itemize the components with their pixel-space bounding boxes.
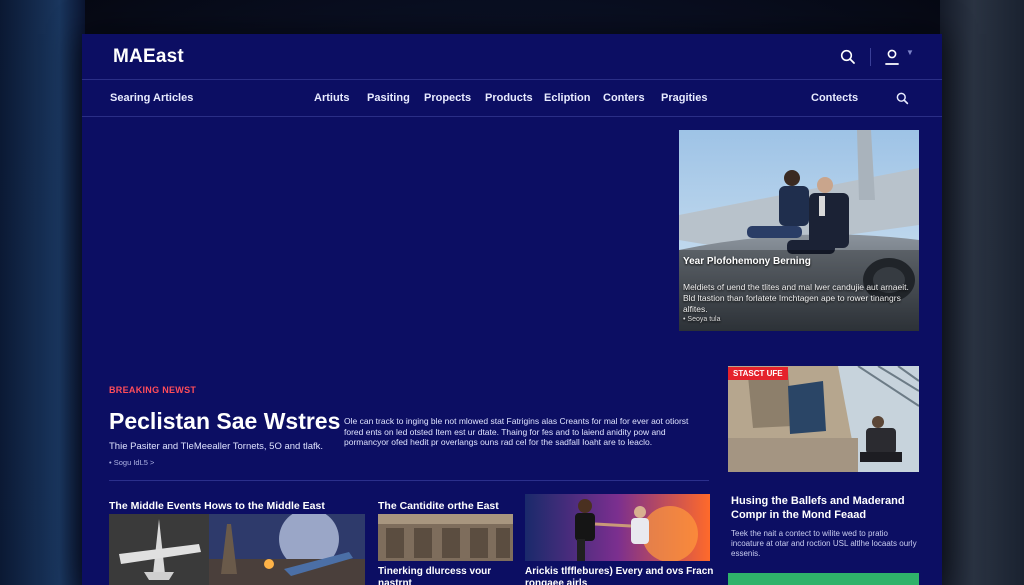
nav-item-pragities[interactable]: Pragities (661, 92, 707, 104)
breaking-subtitle: Thie Pasiter and TleMeealler Tornets, 5O… (109, 441, 324, 452)
background-right (940, 0, 1024, 585)
nav-item-artiuts[interactable]: Artiuts (314, 92, 349, 104)
nav-item-contects[interactable]: Contects (811, 92, 858, 104)
main-nav: Searing Articles Artiuts Pasiting Propec… (82, 81, 942, 117)
breaking-description: Ole can track to inging ble not mlowed s… (344, 416, 689, 447)
breaking-meta-text: Sogu IdL5 > (113, 458, 155, 467)
nav-search-icon[interactable] (896, 92, 909, 105)
chevron-down-icon[interactable]: ▼ (906, 48, 914, 57)
search-icon[interactable] (840, 49, 856, 65)
top-bar-divider (870, 48, 871, 66)
hero-meta: • Seoya tula (683, 316, 721, 323)
side-article-badge: STASCT UFE (728, 367, 788, 380)
site-logo[interactable]: MAEast (113, 46, 184, 68)
section-divider (109, 480, 709, 481)
user-icon[interactable] (884, 48, 900, 66)
card-1-title[interactable]: The Middle Events Hows to the Middle Eas… (109, 500, 325, 512)
top-bar: MAEast ▼ (82, 34, 942, 80)
background-left (0, 0, 85, 585)
hero-description: Meldiets of uend the tlites and mal lwer… (683, 282, 909, 314)
nav-item-conters[interactable]: Conters (603, 92, 645, 104)
hero-title[interactable]: Year Plofohemony Berning (683, 256, 811, 267)
nav-item-ecliption[interactable]: Ecliption (544, 92, 590, 104)
nav-item-searing-articles[interactable]: Searing Articles (110, 92, 193, 104)
nav-item-products[interactable]: Products (485, 92, 533, 104)
breaking-news-label: BREAKING NEWST (109, 385, 197, 395)
card-1-image[interactable] (109, 514, 365, 585)
breaking-title[interactable]: Peclistan Sae Wstres (109, 408, 340, 435)
side-article-title[interactable]: Husing the Ballefs and Maderand Compr in… (731, 494, 921, 522)
card-2-caption[interactable]: Tinerking dlurcess vour nastrnt (378, 566, 513, 585)
hero-meta-text: Seoya tula (687, 316, 721, 323)
breaking-meta[interactable]: • Sogu IdL5 > (109, 458, 154, 467)
side-article-description: Teek the nait a contect to wilite wed to… (731, 529, 917, 558)
nav-item-pasiting[interactable]: Pasiting (367, 92, 410, 104)
news-page: MAEast ▼ Searing Articles Artiuts Pasiti… (82, 34, 942, 585)
card-2-image[interactable] (378, 514, 513, 561)
hero-article-card[interactable]: Year Plofohemony Berning Meldiets of uen… (679, 130, 919, 331)
side-article-image[interactable] (728, 366, 919, 472)
card-2-title[interactable]: The Cantidite orthe East (378, 500, 499, 512)
card-3-caption[interactable]: Arickis tlfflebures) Every and ovs Fracn… (525, 566, 720, 585)
bullet-icon: • (109, 458, 112, 467)
card-3-image[interactable] (525, 494, 710, 561)
side-article-image-next[interactable] (728, 573, 919, 585)
nav-item-propects[interactable]: Propects (424, 92, 471, 104)
bullet-icon: • (683, 316, 686, 323)
